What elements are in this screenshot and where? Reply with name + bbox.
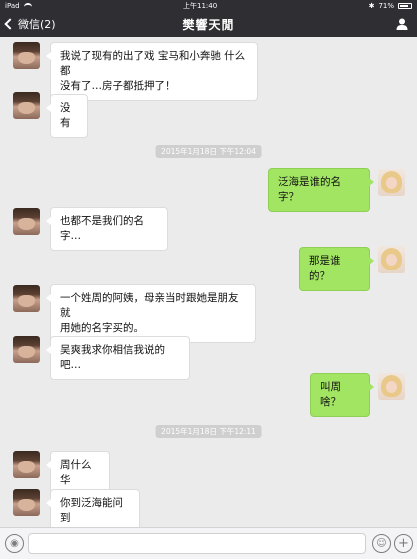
nav-bar: 微信(2) 樊響天閒 (0, 11, 417, 37)
message-bubble-outgoing[interactable]: 泛海是谁的名字？ (268, 168, 374, 212)
message-bubble-outgoing[interactable]: 叫周啥？ (310, 373, 374, 417)
wifi-icon (23, 2, 32, 9)
message-bubble-incoming[interactable]: 吴爽我求你相信我说的吧… (46, 336, 190, 380)
device-label: iPad (5, 1, 20, 10)
avatar[interactable] (13, 285, 40, 312)
avatar[interactable] (378, 246, 405, 273)
avatar[interactable] (13, 208, 40, 235)
emoji-button[interactable]: ☺ (372, 534, 391, 553)
timestamp: 2015年1月18日 下午12:04 (155, 145, 262, 158)
back-button[interactable]: 微信(2) (4, 11, 56, 37)
voice-icon: ◉ (10, 538, 19, 549)
smile-icon: ☺ (376, 538, 387, 549)
message-input[interactable] (28, 533, 366, 554)
avatar[interactable] (13, 489, 40, 516)
timestamp: 2015年1月18日 下午12:11 (155, 425, 262, 438)
chat-area[interactable]: 我说了现有的出了戏 宝马和小奔驰 什么都 没有了…房子都抵押了！ 没有 2015… (0, 37, 417, 533)
avatar[interactable] (13, 451, 40, 478)
status-time: 上午11:40 (182, 1, 218, 10)
message-bubble-incoming[interactable]: 没有 (46, 94, 88, 138)
more-button[interactable]: + (394, 534, 413, 553)
status-bar: iPad 上午11:40 ✱ 71% (0, 0, 417, 11)
back-label: 微信(2) (18, 18, 56, 31)
chat-title: 樊響天閒 (182, 17, 235, 32)
message-bubble-incoming[interactable]: 我说了现有的出了戏 宝马和小奔驰 什么都 没有了…房子都抵押了！ (46, 42, 258, 101)
avatar[interactable] (13, 92, 40, 119)
avatar[interactable] (13, 42, 40, 69)
person-icon[interactable] (395, 17, 409, 31)
message-bubble-incoming[interactable]: 一个姓周的阿姨，母亲当时跟她是朋友就 用她的名字买的。 (46, 284, 256, 343)
avatar[interactable] (378, 373, 405, 400)
avatar[interactable] (13, 336, 40, 363)
message-bubble-incoming[interactable]: 也都不是我们的名字… (46, 207, 168, 251)
battery-icon (398, 2, 412, 9)
chevron-left-icon (4, 18, 16, 30)
battery-percent: 71% (378, 1, 394, 10)
avatar[interactable] (378, 169, 405, 196)
input-bar: ◉ ☺ + (0, 527, 417, 559)
plus-icon: + (398, 536, 409, 551)
voice-button[interactable]: ◉ (5, 534, 24, 553)
message-bubble-outgoing[interactable]: 那是谁的？ (299, 247, 374, 291)
bluetooth-icon: ✱ (368, 1, 375, 10)
